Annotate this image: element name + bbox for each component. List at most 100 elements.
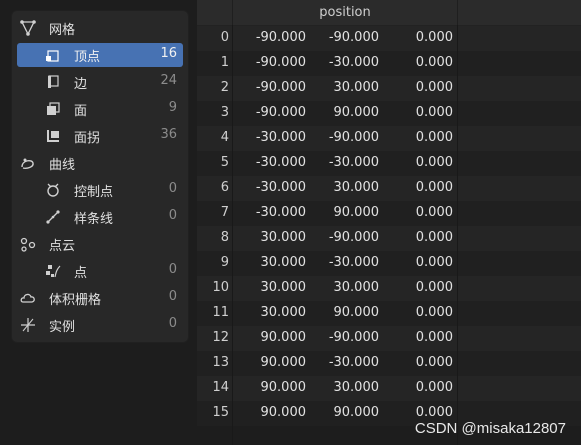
position-x-cell: -90.000 <box>255 55 306 70</box>
row-index: 11 <box>212 305 229 320</box>
table-row: 4 -30.000 -90.000 0.000 <box>197 126 581 151</box>
position-x-cell: 30.000 <box>260 255 307 270</box>
position-column-header[interactable]: position <box>233 0 458 25</box>
domain-item-label: 顶点 <box>74 50 101 65</box>
domain-item-label: 控制点 <box>74 185 114 200</box>
position-y-cell: -30.000 <box>328 155 379 170</box>
domain-item-label: 网格 <box>49 23 76 38</box>
row-index: 5 <box>220 155 229 170</box>
row-index: 3 <box>220 105 229 120</box>
position-y-cell: -90.000 <box>328 330 379 345</box>
position-z-cell: 0.000 <box>415 305 453 320</box>
domain-item-count: 16 <box>160 46 177 61</box>
domain-item-count: 0 <box>168 316 177 331</box>
position-z-cell: 0.000 <box>415 355 453 370</box>
position-y-cell: -90.000 <box>328 30 379 45</box>
table-row: 0 -90.000 -90.000 0.000 <box>197 26 581 51</box>
row-index: 8 <box>220 230 229 245</box>
table-row: 11 30.000 90.000 0.000 <box>197 301 581 326</box>
row-index: 12 <box>212 330 229 345</box>
domain-item-count: 24 <box>160 73 177 88</box>
position-x-cell: 90.000 <box>260 355 307 370</box>
table-row: 2 -90.000 30.000 0.000 <box>197 76 581 101</box>
domain-item-point[interactable]: 点0 <box>12 259 188 283</box>
position-y-cell: -30.000 <box>328 255 379 270</box>
position-z-cell: 0.000 <box>415 230 453 245</box>
table-row: 10 30.000 30.000 0.000 <box>197 276 581 301</box>
position-x-cell: 30.000 <box>260 230 307 245</box>
table-row: 13 90.000 -30.000 0.000 <box>197 351 581 376</box>
position-z-cell: 0.000 <box>415 80 453 95</box>
domain-item-spline[interactable]: 样条线 0 <box>12 205 188 229</box>
face-icon <box>45 101 61 117</box>
domain-item-count: 9 <box>168 100 177 115</box>
row-index: 13 <box>212 355 229 370</box>
domain-item-label: 体积栅格 <box>49 293 102 308</box>
domain-item-label: 面 <box>74 104 88 119</box>
position-z-cell: 0.000 <box>415 180 453 195</box>
domain-item-curve[interactable]: 曲线 <box>12 151 188 175</box>
domain-item-label: 样条线 <box>74 212 114 227</box>
position-x-cell: 30.000 <box>260 280 307 295</box>
domain-item-point-cloud[interactable]: 点云 <box>12 232 188 256</box>
domain-item-face[interactable]: 面9 <box>12 97 188 121</box>
position-z-cell: 0.000 <box>415 30 453 45</box>
row-index: 4 <box>220 130 229 145</box>
position-z-cell: 0.000 <box>415 55 453 70</box>
row-index: 10 <box>212 280 229 295</box>
table-row: 7 -30.000 90.000 0.000 <box>197 201 581 226</box>
domain-item-face-corner[interactable]: 面拐 36 <box>12 124 188 148</box>
domain-item-label: 曲线 <box>49 158 76 173</box>
instance-icon <box>20 317 36 333</box>
domain-tree-panel: 网格 顶点 16 边 24 面 9 面拐 36 曲线 控制点 0 样条线 0 点云点 0 体积栅格 0 实例 0 <box>11 10 189 343</box>
curve-icon <box>20 155 36 171</box>
position-y-cell: 90.000 <box>333 305 380 320</box>
domain-item-label: 点云 <box>49 239 76 254</box>
table-row: 1 -90.000 -30.000 0.000 <box>197 51 581 76</box>
row-index: 9 <box>220 255 229 270</box>
domain-item-count: 0 <box>168 208 177 223</box>
domain-item-count: 0 <box>168 289 177 304</box>
spline-icon <box>45 209 61 225</box>
domain-item-label: 点 <box>74 266 88 281</box>
position-z-cell: 0.000 <box>415 405 453 420</box>
position-z-cell: 0.000 <box>415 130 453 145</box>
table-row: 12 90.000 -90.000 0.000 <box>197 326 581 351</box>
position-z-cell: 0.000 <box>415 155 453 170</box>
domain-item-mesh[interactable]: 网格 <box>12 16 188 40</box>
position-x-cell: -90.000 <box>255 105 306 120</box>
edge-icon <box>45 74 61 90</box>
position-x-cell: -30.000 <box>255 180 306 195</box>
domain-item-count: 0 <box>168 181 177 196</box>
mesh-icon <box>20 20 36 36</box>
position-y-cell: 90.000 <box>333 105 380 120</box>
domain-item-label: 边 <box>74 77 88 92</box>
row-index: 1 <box>220 55 229 70</box>
position-x-cell: -90.000 <box>255 30 306 45</box>
position-x-cell: 90.000 <box>260 405 307 420</box>
position-x-cell: 90.000 <box>260 380 307 395</box>
table-row: 9 30.000 -30.000 0.000 <box>197 251 581 276</box>
domain-item-control-point[interactable]: 控制点 0 <box>12 178 188 202</box>
position-z-cell: 0.000 <box>415 380 453 395</box>
position-z-cell: 0.000 <box>415 105 453 120</box>
position-y-cell: -30.000 <box>328 55 379 70</box>
position-z-cell: 0.000 <box>415 330 453 345</box>
position-x-cell: 30.000 <box>260 305 307 320</box>
domain-item-volume-grid[interactable]: 体积栅格 0 <box>12 286 188 310</box>
position-y-cell: 30.000 <box>333 380 380 395</box>
column-divider <box>232 25 233 445</box>
position-x-cell: -90.000 <box>255 80 306 95</box>
control-point-icon <box>45 182 61 198</box>
domain-item-instance[interactable]: 实例 0 <box>12 313 188 337</box>
domain-item-label: 实例 <box>49 320 76 335</box>
position-z-cell: 0.000 <box>415 205 453 220</box>
row-index: 2 <box>220 80 229 95</box>
column-divider <box>457 25 458 445</box>
row-index: 0 <box>220 30 229 45</box>
table-row: 3 -90.000 90.000 0.000 <box>197 101 581 126</box>
position-x-cell: -30.000 <box>255 155 306 170</box>
position-y-cell: -30.000 <box>328 355 379 370</box>
domain-item-edge[interactable]: 边 24 <box>12 70 188 94</box>
domain-item-vertex[interactable]: 顶点 16 <box>12 43 188 67</box>
